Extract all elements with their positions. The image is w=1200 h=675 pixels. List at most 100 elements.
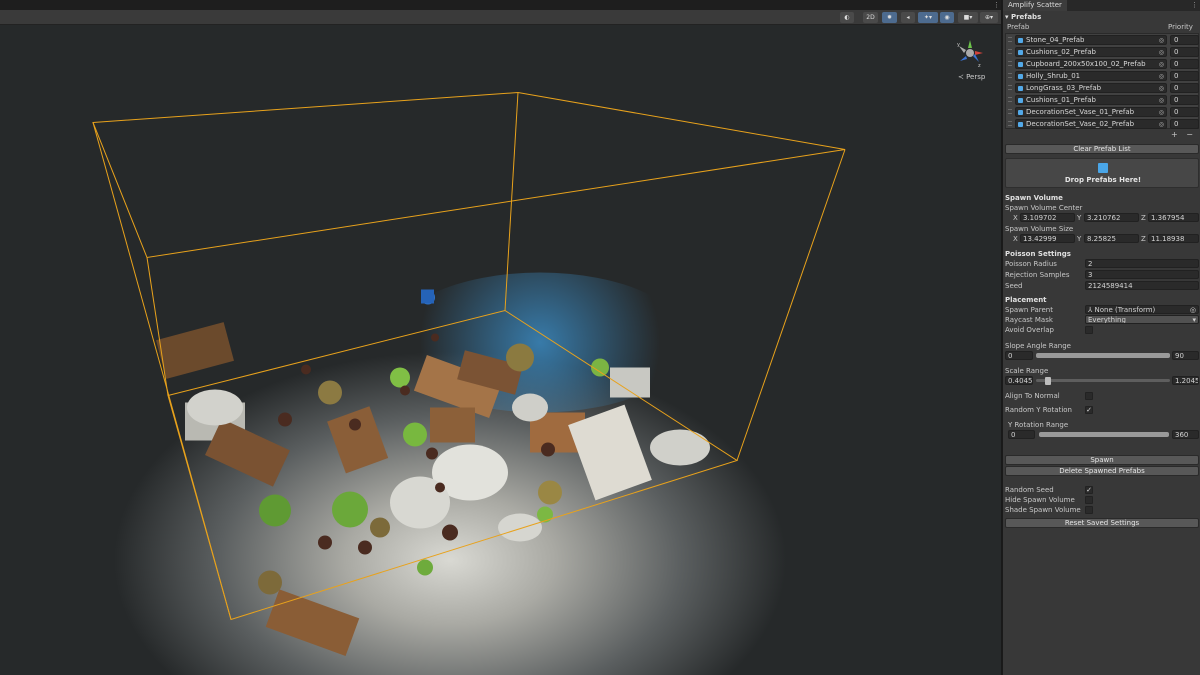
priority-field[interactable]: 0 [1170,71,1199,81]
raycast-mask-dropdown[interactable]: Everything ▾ [1085,315,1199,324]
prefab-drop-zone[interactable]: Drop Prefabs Here! [1005,158,1199,188]
priority-field[interactable]: 0 [1170,59,1199,69]
drag-handle-icon[interactable] [1008,49,1012,54]
avoid-overlap-checkbox[interactable] [1085,326,1093,334]
prefab-field[interactable]: Cupboard_200x50x100_02_Prefab ◎ [1015,59,1167,69]
scene-view[interactable]: ⋮ ◐ 2D ✹ ◂ ✦▾ ◉ ■▾ ⊕▾ y z ≺ Persp [0,0,1001,675]
priority-field[interactable]: 0 [1170,119,1199,129]
more-menu-icon[interactable]: ⋮ [993,0,1000,10]
object-picker-icon[interactable]: ◎ [1159,109,1164,116]
slope-slider-range[interactable] [1036,353,1170,358]
prefab-field[interactable]: Cushions_01_Prefab ◎ [1015,95,1167,105]
scale-max-field[interactable]: 1.204573 [1172,376,1199,385]
size-z-field[interactable]: 11.18938 [1148,234,1199,243]
drag-handle-icon[interactable] [1008,73,1012,78]
y-rotation-min-field[interactable]: 0 [1008,430,1035,439]
delete-spawned-prefabs-button[interactable]: Delete Spawned Prefabs [1005,466,1199,476]
orientation-gizmo[interactable]: y z [955,38,985,68]
seed-field[interactable]: 2124589414 [1085,281,1199,290]
scene-toolbar: ◐ 2D ✹ ◂ ✦▾ ◉ ■▾ ⊕▾ [0,10,1001,25]
y-rotation-slider-range[interactable] [1039,432,1169,437]
object-picker-icon[interactable]: ◎ [1159,85,1164,92]
center-x-field[interactable]: 3.109702 [1020,213,1075,222]
size-y-field[interactable]: 8.25825 [1084,234,1139,243]
list-item[interactable]: DecorationSet_Vase_02_Prefab ◎ 0 [1006,118,1200,130]
priority-field[interactable]: 0 [1170,83,1199,93]
add-item-button[interactable]: + [1171,130,1178,139]
scale-min-field[interactable]: 0.40457 [1005,376,1033,385]
drag-handle-icon[interactable] [1008,61,1012,66]
priority-field[interactable]: 0 [1170,107,1199,117]
prefab-field[interactable]: LongGrass_03_Prefab ◎ [1015,83,1167,93]
hide-spawn-volume-label: Hide Spawn Volume [1005,496,1075,504]
gizmos-button[interactable]: ⊕▾ [980,12,998,23]
align-to-normal-checkbox[interactable] [1085,392,1093,400]
clear-prefab-list-button[interactable]: Clear Prefab List [1005,144,1199,154]
reset-saved-settings-button[interactable]: Reset Saved Settings [1005,518,1199,528]
size-x-field[interactable]: 13.42999 [1020,234,1075,243]
center-z-field[interactable]: 1.367954 [1148,213,1199,222]
seed-label: Seed [1005,282,1023,290]
prefab-field[interactable]: Holly_Shrub_01 ◎ [1015,71,1167,81]
remove-item-button[interactable]: − [1186,130,1193,139]
tab-amplify-scatter[interactable]: Amplify Scatter [1003,0,1067,11]
shading-mode-button[interactable]: ◐ [840,12,854,23]
priority-field[interactable]: 0 [1170,47,1199,57]
effects-icon: ✦▾ [923,14,933,21]
priority-field[interactable]: 0 [1170,35,1199,45]
random-y-rotation-checkbox[interactable]: ✓ [1085,406,1093,414]
list-item[interactable]: Cupboard_200x50x100_02_Prefab ◎ 0 [1006,58,1200,70]
hide-spawn-volume-checkbox[interactable] [1085,496,1093,504]
object-picker-icon[interactable]: ◎ [1159,61,1164,68]
audio-toggle-button[interactable]: ◂ [901,12,915,23]
object-picker-icon[interactable]: ◎ [1159,49,1164,56]
object-picker-icon[interactable]: ◎ [1159,97,1164,104]
object-picker-icon[interactable]: ◎ [1190,306,1196,313]
list-item[interactable]: LongGrass_03_Prefab ◎ 0 [1006,82,1200,94]
perspective-toggle[interactable]: ≺ Persp [958,73,985,81]
lighting-toggle-button[interactable]: ✹ [882,12,897,23]
random-seed-checkbox[interactable]: ✓ [1085,486,1093,494]
drag-handle-icon[interactable] [1008,37,1012,42]
rejection-samples-field[interactable]: 3 [1085,270,1199,279]
poisson-radius-field[interactable]: 2 [1085,259,1199,268]
drag-handle-icon[interactable] [1008,109,1012,114]
object-picker-icon[interactable]: ◎ [1159,121,1164,128]
prefabs-foldout[interactable]: ▾ Prefabs [1005,12,1199,22]
effects-toggle-button[interactable]: ✦▾ [918,12,938,23]
drag-handle-icon[interactable] [1008,85,1012,90]
more-menu-icon[interactable]: ⋮ [1191,0,1198,11]
shade-spawn-volume-checkbox[interactable] [1085,506,1093,514]
prefab-icon [1018,98,1023,103]
camera-settings-button[interactable]: ■▾ [958,12,978,23]
drag-handle-icon[interactable] [1008,97,1012,102]
list-item[interactable]: Holly_Shrub_01 ◎ 0 [1006,70,1200,82]
list-item[interactable]: DecorationSet_Vase_01_Prefab ◎ 0 [1006,106,1200,118]
prefab-field[interactable]: DecorationSet_Vase_01_Prefab ◎ [1015,107,1167,117]
spawn-parent-field[interactable]: ⅄ None (Transform) ◎ [1085,305,1199,314]
align-to-normal-row: Align To Normal [1005,391,1199,401]
slope-max-field[interactable]: 90 [1172,351,1199,360]
prefab-field[interactable]: Stone_04_Prefab ◎ [1015,35,1167,45]
center-y-field[interactable]: 3.210762 [1084,213,1139,222]
prefab-field[interactable]: DecorationSet_Vase_02_Prefab ◎ [1015,119,1167,129]
drag-handle-icon[interactable] [1008,121,1012,126]
y-rotation-slider-row: 0 360 [1005,430,1199,440]
random-y-rotation-row: Random Y Rotation ✓ [1005,405,1199,415]
axis-z-label: Z [1141,235,1146,243]
list-item[interactable]: Cushions_02_Prefab ◎ 0 [1006,46,1200,58]
list-item[interactable]: Cushions_01_Prefab ◎ 0 [1006,94,1200,106]
slope-min-field[interactable]: 0 [1005,351,1033,360]
scale-slider-track[interactable] [1036,379,1170,382]
prefab-field[interactable]: Cushions_02_Prefab ◎ [1015,47,1167,57]
object-picker-icon[interactable]: ◎ [1159,73,1164,80]
y-rotation-max-field[interactable]: 360 [1172,430,1199,439]
spawn-button[interactable]: Spawn [1005,455,1199,465]
list-item[interactable]: Stone_04_Prefab ◎ 0 [1006,34,1200,46]
visibility-toggle-button[interactable]: ◉ [940,12,954,23]
priority-field[interactable]: 0 [1170,95,1199,105]
slope-angle-range-label: Slope Angle Range [1005,342,1071,350]
toggle-2d-button[interactable]: 2D [863,12,878,23]
scale-min-handle[interactable] [1045,377,1051,385]
object-picker-icon[interactable]: ◎ [1159,37,1164,44]
